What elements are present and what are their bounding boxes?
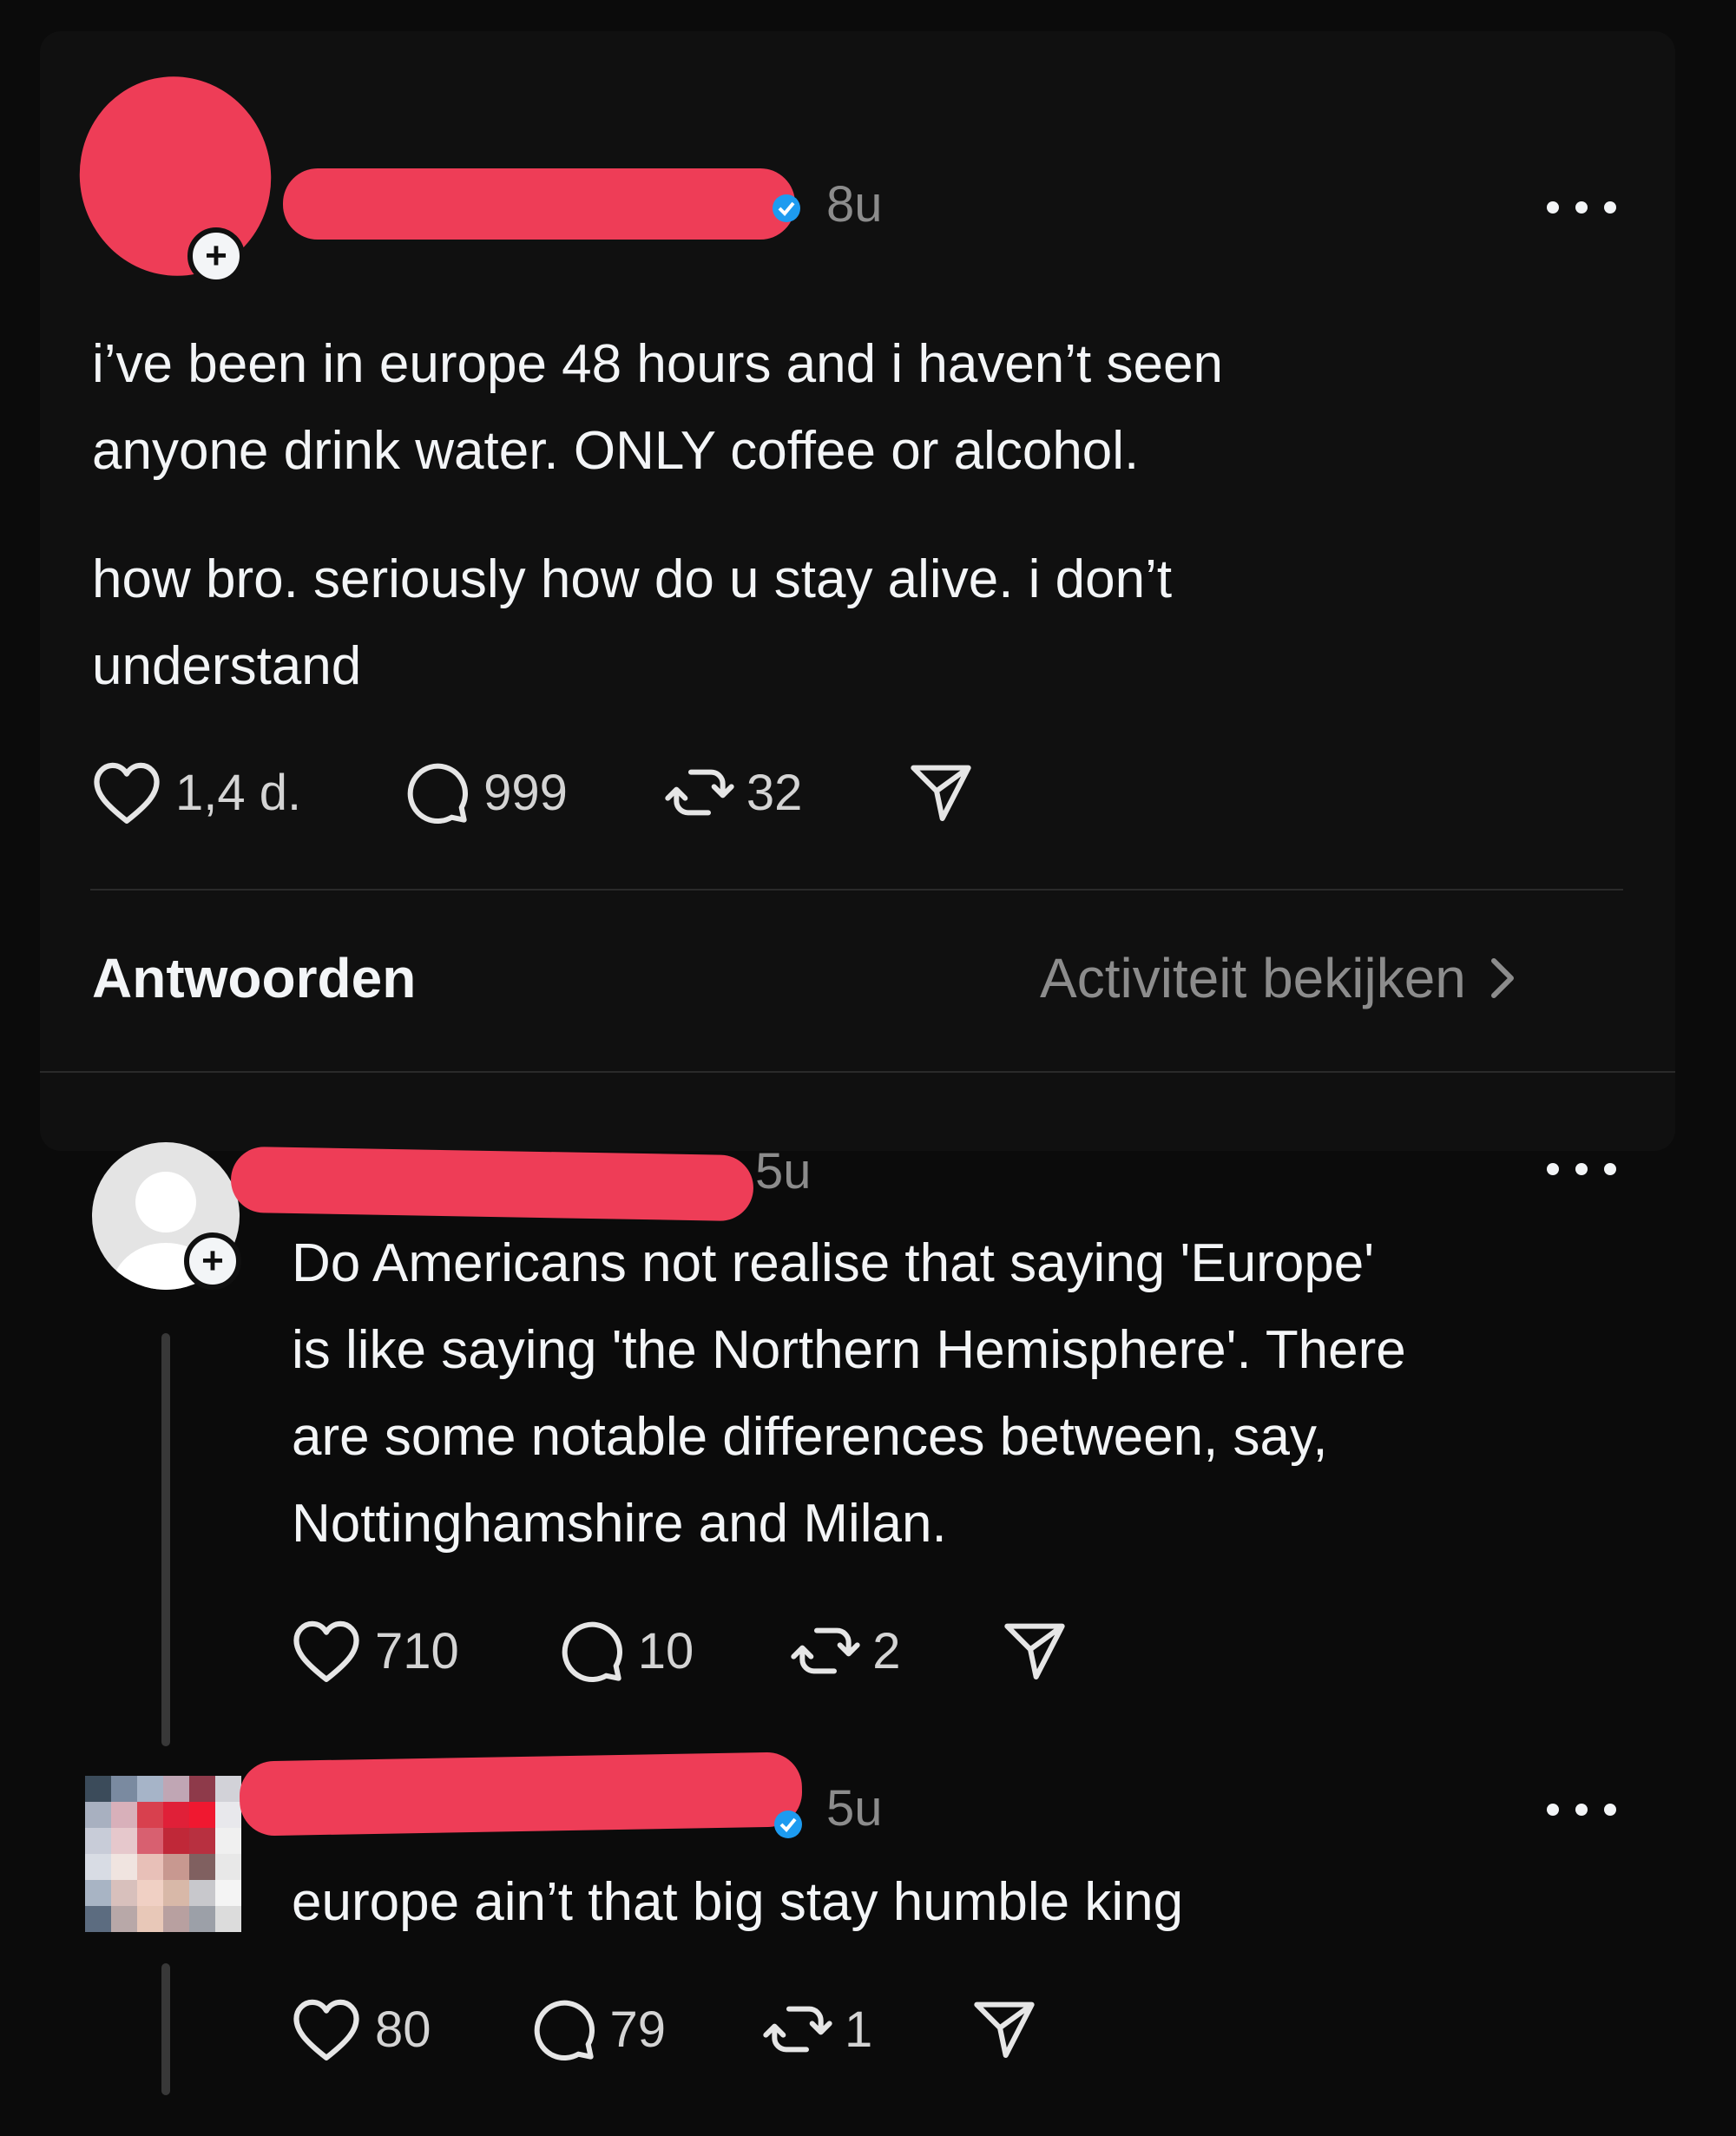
share-icon	[974, 2001, 1035, 2058]
repost-button[interactable]: 32	[665, 758, 803, 827]
heart-icon	[293, 1999, 359, 2060]
verified-icon	[774, 1811, 802, 1838]
follow-plus-icon[interactable]: +	[187, 227, 245, 285]
section-divider	[40, 1071, 1675, 1073]
reply1-text-line-2: is like saying 'the Northern Hemisphere'…	[292, 1320, 1406, 1380]
post-actions: 1,4 d. 999 32	[90, 758, 976, 827]
post-timestamp: 8u	[826, 176, 883, 233]
comment-count: 79	[609, 2001, 667, 2058]
view-activity-label: Activiteit bekijken	[1040, 947, 1466, 1009]
more-options-icon[interactable]	[1547, 1797, 1616, 1823]
repost-button[interactable]: 2	[791, 1616, 901, 1686]
post-text-line-2: anyone drink water. ONLY coffee or alcoh…	[92, 421, 1140, 481]
share-button[interactable]	[1000, 1616, 1069, 1686]
reply2-actions: 80 79 1	[290, 1995, 1039, 2064]
verified-icon	[773, 194, 800, 222]
comment-button[interactable]: 79	[529, 1995, 667, 2064]
repost-icon	[665, 769, 734, 816]
repost-count: 32	[746, 764, 803, 821]
more-options-icon[interactable]	[1547, 194, 1616, 220]
share-icon	[1003, 1623, 1065, 1679]
redacted-username[interactable]	[283, 168, 795, 240]
like-button[interactable]: 710	[290, 1618, 459, 1684]
post-text-line-1: i’ve been in europe 48 hours and i haven…	[92, 334, 1223, 394]
repost-count: 1	[845, 2001, 873, 2058]
repost-icon	[763, 2006, 832, 2053]
avatar-head	[135, 1172, 196, 1232]
redacted-username[interactable]	[239, 1752, 803, 1837]
pixelated-avatar[interactable]	[85, 1776, 241, 1932]
more-options-icon[interactable]	[1547, 1156, 1616, 1182]
share-icon	[911, 765, 972, 821]
comment-icon	[407, 763, 469, 824]
thread-line	[161, 1963, 170, 2095]
thread-line	[161, 1333, 170, 1746]
like-count: 710	[375, 1622, 459, 1679]
follow-plus-icon[interactable]: +	[184, 1232, 241, 1290]
like-count: 1,4 d.	[175, 764, 302, 821]
heart-icon	[293, 1620, 359, 1682]
reply1-timestamp: 5u	[755, 1143, 812, 1199]
comment-count: 999	[483, 764, 568, 821]
like-count: 80	[375, 2001, 431, 2058]
reply1-text-line-3: are some notable differences between, sa…	[292, 1407, 1328, 1467]
reply1-text-line-1: Do Americans not realise that saying 'Eu…	[292, 1233, 1375, 1293]
share-button[interactable]	[970, 1995, 1039, 2064]
comment-icon	[562, 1621, 622, 1682]
post-text-line-3: how bro. seriously how do u stay alive. …	[92, 549, 1173, 609]
repost-button[interactable]: 1	[763, 1995, 872, 2064]
view-activity-link[interactable]: Activiteit bekijken	[1040, 946, 1520, 1010]
post-divider	[90, 889, 1623, 891]
reply1-text-line-4: Nottinghamshire and Milan.	[292, 1494, 947, 1554]
like-button[interactable]: 80	[290, 1996, 431, 2062]
reply1-actions: 710 10 2	[290, 1616, 1069, 1686]
replies-tab[interactable]: Antwoorden	[92, 946, 416, 1010]
chevron-right-icon	[1490, 958, 1514, 998]
like-button[interactable]: 1,4 d.	[90, 759, 301, 825]
repost-count: 2	[872, 1622, 901, 1679]
reply2-text: europe ain’t that big stay humble king	[292, 1872, 1184, 1932]
comment-button[interactable]: 999	[402, 758, 568, 827]
share-button[interactable]	[906, 758, 976, 827]
reply2-timestamp: 5u	[826, 1780, 883, 1837]
comment-button[interactable]: 10	[556, 1616, 694, 1686]
post-text-line-4: understand	[92, 636, 362, 696]
heart-icon	[94, 762, 160, 824]
redacted-username[interactable]	[230, 1146, 754, 1222]
comment-count: 10	[637, 1622, 694, 1679]
repost-icon	[791, 1627, 860, 1674]
comment-icon	[534, 2000, 595, 2060]
